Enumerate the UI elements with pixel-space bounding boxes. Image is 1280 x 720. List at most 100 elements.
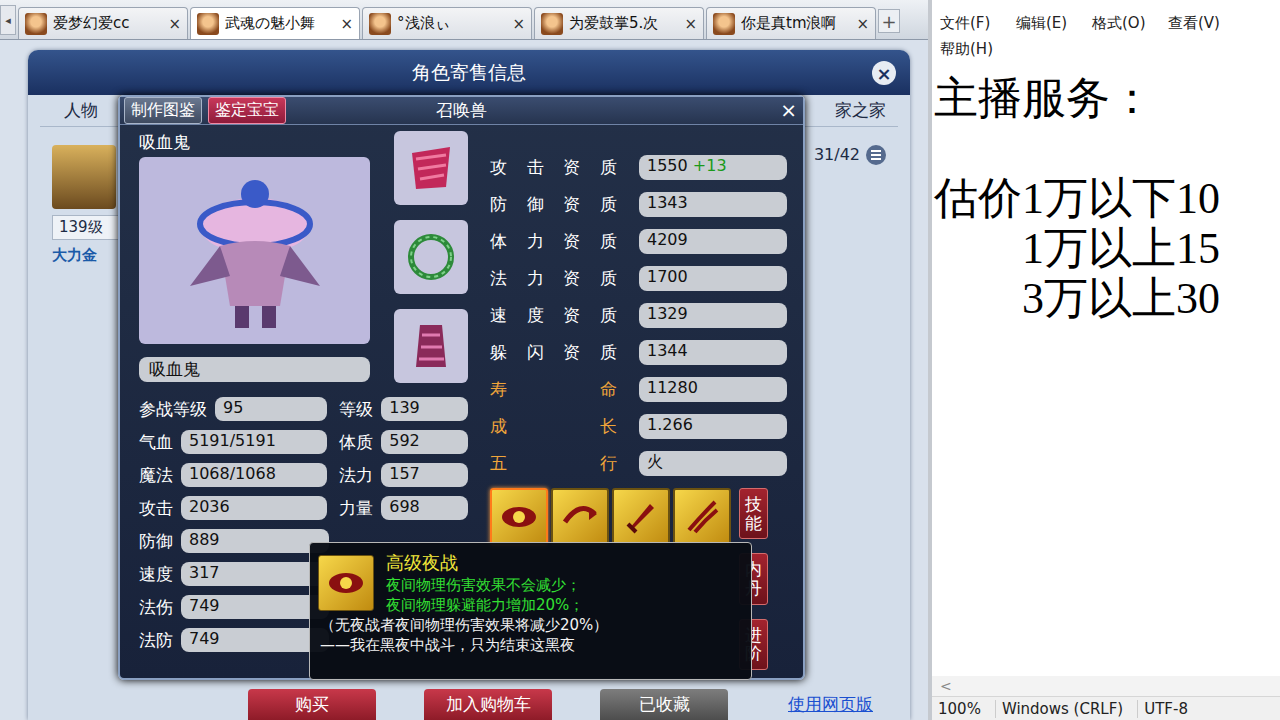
header-button[interactable]: 制作图鉴 <box>124 97 202 124</box>
pet-picture <box>139 157 370 344</box>
screen: ◂爱梦幻爱cc×武魂の魅小舞×°浅浪ぃ×为爱鼓掌5.次×你是真tm浪啊×+角色寄… <box>0 0 1280 720</box>
aptitude-value: 4209 <box>639 229 787 254</box>
stat-cell: 气血 5191/5191 <box>139 430 327 454</box>
equipment-slot[interactable] <box>394 220 468 294</box>
skill-slot[interactable] <box>551 488 609 546</box>
game-stage: 角色寄售信息×人物家之家139级大力金31/42购买加入购物车已收藏使用网页版制… <box>0 40 928 720</box>
pet-close-button[interactable]: × <box>780 100 797 120</box>
client-tab-label: 武魂の魅小舞 <box>225 14 334 33</box>
action-button[interactable]: 已收藏 <box>600 689 728 720</box>
menu-item[interactable]: 帮助(H) <box>940 36 1008 62</box>
stat-label: 速度 <box>139 563 173 586</box>
client-tab-bar: ◂爱梦幻爱cc×武魂の魅小舞×°浅浪ぃ×为爱鼓掌5.次×你是真tm浪啊×+ <box>0 0 928 40</box>
menu-item[interactable]: 编辑(E) <box>1016 10 1084 36</box>
aptitude-label: 寿命 <box>490 378 617 401</box>
skill-slot[interactable] <box>612 488 670 546</box>
stat-cell: 体质592 <box>339 430 468 454</box>
status-bar: 100%Windows (CRLF)UTF-8 <box>932 696 1280 720</box>
aptitude-label: 法力资质 <box>490 267 617 290</box>
night-eye-icon <box>498 496 540 538</box>
aptitude-row: 法力资质1700 <box>490 266 787 291</box>
collar-icon <box>402 228 460 286</box>
skill-slot[interactable] <box>673 488 731 546</box>
sale-tab[interactable]: 人物 <box>64 99 98 122</box>
pet-dialog: 制作图鉴鉴定宝宝召唤兽×吸血鬼吸血鬼参战等级95等级139气血5191/5191… <box>118 95 805 680</box>
stat-value: 2036 <box>181 496 327 520</box>
status-item: Windows (CRLF) <box>995 700 1123 718</box>
aptitude-row: 速度资质1329 <box>490 303 787 328</box>
stat-row: 魔法1068/1068法力157 <box>139 463 468 487</box>
stat-label: 魔法 <box>139 464 173 487</box>
aptitude-row: 防御资质 1343 <box>490 192 787 217</box>
note-line: 1万以上15 <box>934 224 1280 274</box>
stat-value: 95 <box>215 397 327 421</box>
stat-cell: 力量698 <box>339 496 468 520</box>
stat-label: 参战等级 <box>139 398 207 421</box>
stat-label: 法力 <box>339 464 373 487</box>
stat-label: 气血 <box>139 431 173 454</box>
side-tab[interactable]: 技能 <box>739 488 768 539</box>
skill-slot[interactable] <box>490 488 548 546</box>
client-tab[interactable]: 为爱鼓掌5.次 × <box>534 7 704 39</box>
close-tab-button[interactable]: × <box>684 15 697 33</box>
tooltip-note: ——我在黑夜中战斗，只为结束这黑夜 <box>320 636 608 655</box>
pet-name: 吸血鬼 <box>139 131 370 157</box>
list-icon[interactable] <box>866 145 886 165</box>
close-button[interactable]: × <box>872 61 896 85</box>
aptitude-label: 五行 <box>490 452 617 475</box>
claw-icon <box>681 496 723 538</box>
stat-cell: 速度317 <box>139 562 329 586</box>
client-tab-label: 为爱鼓掌5.次 <box>569 14 678 33</box>
web-link[interactable]: 使用网页版 <box>776 689 885 720</box>
scroll-left-button[interactable]: ◂ <box>0 5 16 35</box>
close-tab-button[interactable]: × <box>856 15 869 33</box>
close-tab-button[interactable]: × <box>512 15 525 33</box>
tooltip-effect: 夜间物理躲避能力增加20%； <box>386 596 608 615</box>
aptitude-value: 1343 <box>639 192 787 217</box>
dash-icon <box>559 496 601 538</box>
aptitude-label: 速度资质 <box>490 304 617 327</box>
close-tab-button[interactable]: × <box>168 15 181 33</box>
aptitude-label: 防御资质 <box>490 193 617 216</box>
header-button[interactable]: 鉴定宝宝 <box>208 97 286 124</box>
skill-tooltip: 高级夜战夜间物理伤害效果不会减少；夜间物理躲避能力增加20%；（无夜战者夜间物理… <box>309 542 752 680</box>
stat-value: 5191/5191 <box>181 430 327 454</box>
stat-cell: 攻击2036 <box>139 496 327 520</box>
menu-item[interactable]: 查看(V) <box>1168 10 1236 36</box>
aptitude-row: 攻击资质1550 +13 <box>490 155 787 180</box>
close-tab-button[interactable]: × <box>340 15 353 33</box>
stat-value: 749 <box>181 595 329 619</box>
sale-tab[interactable]: 家之家 <box>835 99 886 122</box>
stat-label: 防御 <box>139 530 173 553</box>
avatar-icon <box>713 13 735 35</box>
aptitude-value: 1550 +13 <box>639 155 787 180</box>
aptitude-value: 火 <box>639 451 787 476</box>
client-tab[interactable]: °浅浪ぃ× <box>362 7 532 39</box>
menu-item[interactable]: 格式(O) <box>1092 10 1160 36</box>
menu-item[interactable]: 文件(F) <box>940 10 1008 36</box>
stat-value: 139 <box>381 397 468 421</box>
stat-cell: 法防749 <box>139 628 329 652</box>
menu-bar: 文件(F) 编辑(E) 格式(O) 查看(V) 帮助(H) <box>932 0 1280 62</box>
note-line: 3万以上30 <box>934 274 1280 324</box>
page-info: 31/42 <box>814 145 886 690</box>
stat-label: 力量 <box>339 497 373 520</box>
action-button[interactable]: 加入购物车 <box>424 689 552 720</box>
action-button[interactable]: 购买 <box>248 689 376 720</box>
stat-label: 等级 <box>339 398 373 421</box>
aptitude-row: 体力资质4209 <box>490 229 787 254</box>
pet-name-field: 吸血鬼 <box>139 357 370 382</box>
client-tab[interactable]: 爱梦幻爱cc× <box>18 7 188 39</box>
page-count: 31/42 <box>814 145 860 164</box>
client-tab[interactable]: 武魂の魅小舞 × <box>190 7 360 39</box>
horizontal-scrollbar[interactable]: < <box>932 676 1280 696</box>
client-tab[interactable]: 你是真tm浪啊× <box>706 7 876 39</box>
tooltip-skill-icon <box>318 555 374 611</box>
note-body[interactable]: 主播服务：估价1万以下10 1万以上15 3万以上30 <box>932 62 1280 676</box>
add-tab-button[interactable]: + <box>878 9 900 33</box>
equipment-slot[interactable] <box>394 309 468 383</box>
equipment-slot[interactable] <box>394 131 468 205</box>
stat-value: 1068/1068 <box>181 463 327 487</box>
stat-row: 气血 5191/5191 体质592 <box>139 430 468 454</box>
